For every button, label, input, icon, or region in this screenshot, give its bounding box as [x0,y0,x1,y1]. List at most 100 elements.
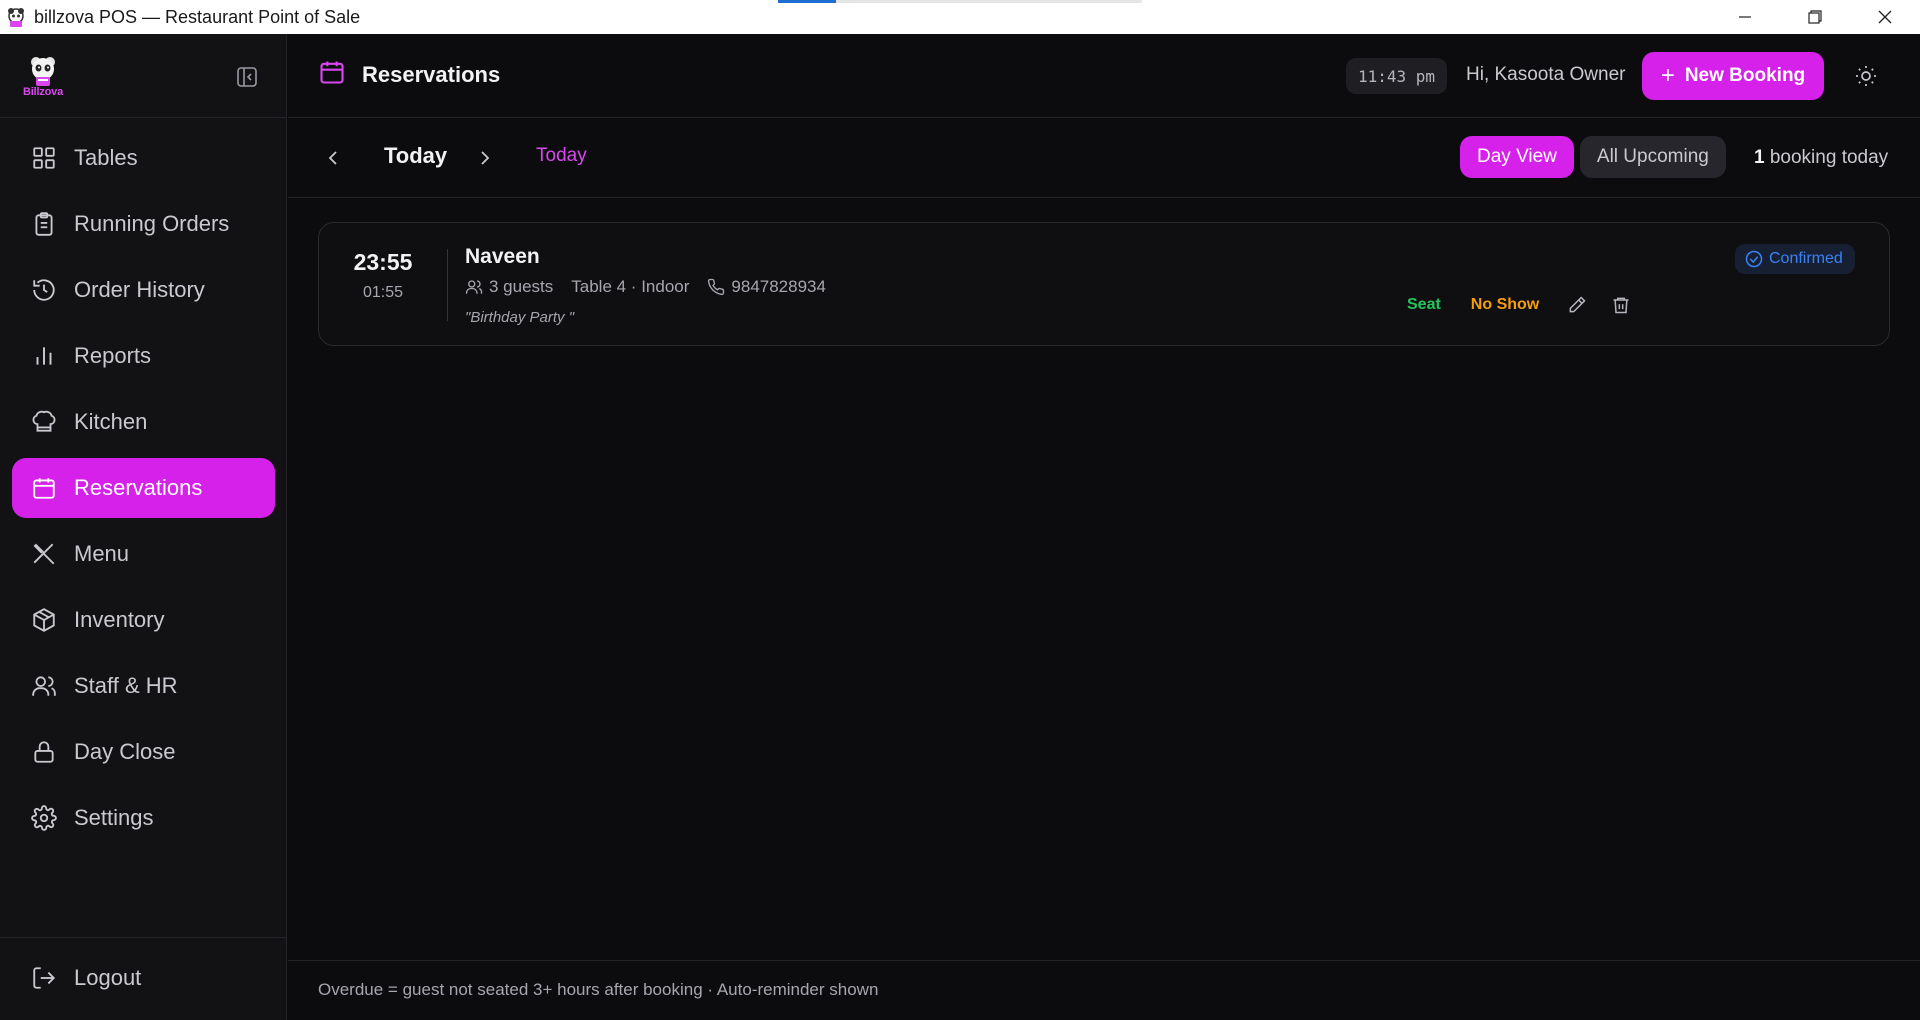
window-titlebar: billzova POS — Restaurant Point of Sale [0,0,1920,34]
view-toggle: Day View All Upcoming [1460,136,1726,178]
lock-icon [30,738,58,766]
sidebar-item-staff-hr[interactable]: Staff & HR [12,656,275,716]
reservations-list: 23:55 01:55 Naveen 3 guests Table 4 · In… [288,198,1920,960]
reservation-card[interactable]: 23:55 01:55 Naveen 3 guests Table 4 · In… [318,222,1890,346]
sidebar-item-label: Staff & HR [74,673,178,698]
close-window-button[interactable] [1850,0,1920,34]
sidebar-item-menu[interactable]: Menu [12,524,275,584]
divider [447,249,448,321]
bar-chart-icon [30,342,58,370]
next-day-button[interactable] [472,146,496,170]
minimize-button[interactable] [1710,0,1780,34]
sidebar-collapse-icon [237,67,257,87]
restore-icon [1808,10,1822,24]
sidebar-item-settings[interactable]: Settings [12,788,275,848]
calendar-icon [318,58,346,91]
calendar-icon [30,474,58,502]
sidebar-item-day-close[interactable]: Day Close [12,722,275,782]
sidebar-item-label: Settings [74,805,154,830]
overdue-legend: Overdue = guest not seated 3+ hours afte… [318,980,879,999]
phone-icon [707,278,725,296]
sidebar-item-label: Menu [74,541,130,566]
sidebar-item-inventory[interactable]: Inventory [12,590,275,650]
reservation-time: 23:55 01:55 [319,249,447,302]
end-time: 01:55 [362,284,404,301]
sidebar-item-label: Running Orders [74,211,230,236]
booking-count-suffix: booking today [1769,147,1889,168]
sidebar-footer: Logout [0,937,287,1020]
sidebar-item-order-history[interactable]: Order History [12,260,275,320]
guest-count: 3 guests [489,277,554,296]
start-time: 23:55 [353,249,413,275]
logo-text: Billzova [23,86,63,98]
logout-label: Logout [74,965,142,990]
sidebar-item-tables[interactable]: Tables [12,128,275,188]
booking-count-number: 1 [1754,147,1765,168]
main-panel: Reservations 11:43 pm Hi, Kasoota Owner … [288,34,1920,1020]
previous-day-button[interactable] [322,146,346,170]
restore-button[interactable] [1780,0,1850,34]
check-circle-icon [1745,250,1763,268]
jump-to-today-link[interactable]: Today [536,145,587,167]
new-booking-button[interactable]: + New Booking [1642,52,1824,100]
chevron-right-icon [481,151,490,165]
delete-button[interactable] [1609,293,1633,317]
sidebar-item-label: Reservations [74,475,203,500]
sidebar-header: Billzova [0,34,286,118]
seat-button[interactable]: Seat [1407,296,1441,314]
sidebar-item-label: Day Close [74,739,176,764]
pencil-icon [1569,296,1586,313]
utensils-icon [30,540,58,568]
new-booking-label: New Booking [1684,65,1806,86]
sidebar-item-label: Order History [74,277,205,302]
sidebar-item-reservations[interactable]: Reservations [12,458,275,518]
guest-phone: 9847828934 [731,277,826,296]
window-title: billzova POS — Restaurant Point of Sale [34,6,361,27]
guest-name: Naveen [465,245,540,268]
reservation-meta: 3 guests Table 4 · Indoor 9847828934 [465,277,826,297]
history-icon [30,276,58,304]
reservation-actions: Seat No Show [1407,293,1633,317]
top-bar: Reservations 11:43 pm Hi, Kasoota Owner … [288,34,1920,118]
sidebar-item-reports[interactable]: Reports [12,326,275,386]
table-assignment: Table 4 · Indoor [571,277,690,296]
logout-button[interactable]: Logout [12,948,275,1008]
edit-button[interactable] [1565,293,1589,317]
clock-display: 11:43 pm [1346,58,1448,94]
user-greeting: Hi, Kasoota Owner [1466,64,1626,85]
app-icon [4,5,28,29]
all-upcoming-tab[interactable]: All Upcoming [1579,136,1726,178]
billzova-logo[interactable]: Billzova [18,54,68,98]
sidebar-item-label: Kitchen [74,409,148,434]
logout-icon [30,964,58,992]
package-icon [30,606,58,634]
gear-icon [30,804,58,832]
status-label: Confirmed [1769,250,1843,267]
chevron-left-icon [328,151,337,165]
footer-note: Overdue = guest not seated 3+ hours afte… [288,960,1920,1020]
current-date-label: Today [384,143,448,168]
sidebar-item-label: Reports [74,343,152,368]
sidebar-item-label: Inventory [74,607,165,632]
loading-progress-bar [778,0,1142,3]
sun-icon [1856,66,1876,86]
booking-count: 1 booking today [1754,147,1888,169]
status-badge: Confirmed [1735,244,1855,274]
sidebar: Billzova Tables Running Orders Order His… [0,34,287,1020]
chef-hat-icon [30,408,58,436]
minimize-icon [1739,16,1751,18]
reservation-note: "Birthday Party " [465,309,575,326]
plus-icon: + [1660,62,1675,89]
collapse-sidebar-button[interactable] [234,64,260,90]
date-navigation-bar: Today Today Day View All Upcoming 1 book… [288,118,1920,198]
sidebar-item-kitchen[interactable]: Kitchen [12,392,275,452]
theme-toggle-button[interactable] [1852,62,1880,90]
users-icon [30,672,58,700]
clipboard-icon [30,210,58,238]
close-icon [1878,10,1892,24]
sidebar-item-running-orders[interactable]: Running Orders [12,194,275,254]
day-view-tab[interactable]: Day View [1460,136,1574,178]
no-show-button[interactable]: No Show [1471,296,1539,314]
page-title: Reservations [362,61,501,87]
grid-icon [30,144,58,172]
